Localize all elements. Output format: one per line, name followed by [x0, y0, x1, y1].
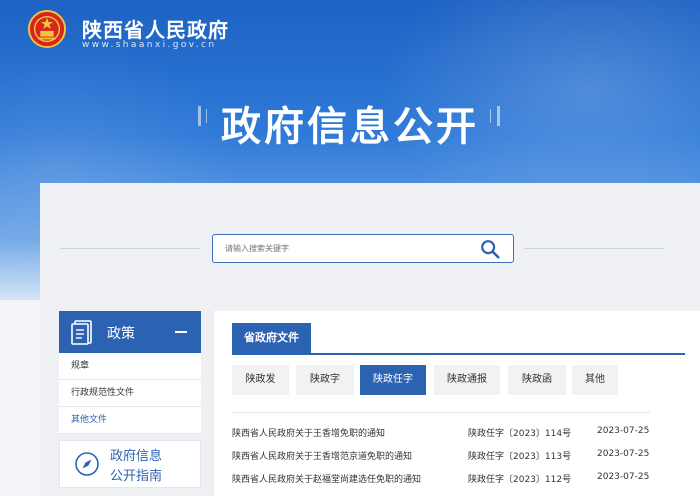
search-area: [40, 183, 700, 283]
disclosure-guide-link[interactable]: 政府信息 公开指南: [59, 440, 201, 488]
search-input[interactable]: [225, 241, 465, 256]
compass-icon: [75, 452, 99, 476]
category-tab-shaanzhenghan[interactable]: 陕政函: [508, 365, 566, 395]
category-tab-other[interactable]: 其他: [572, 365, 618, 395]
category-tab-shaanzhengzi[interactable]: 陕政字: [296, 365, 354, 395]
site-domain: www.shaanxi.gov.cn: [82, 40, 217, 50]
document-number: 陕政任字〔2023〕113号: [468, 452, 572, 462]
document-number: 陕政任字〔2023〕114号: [468, 429, 572, 439]
category-tab-shaanzhengrenzi[interactable]: 陕政任字: [360, 365, 426, 395]
tab-provincial-documents[interactable]: 省政府文件: [232, 323, 311, 353]
sidebar-item-normative-documents[interactable]: 行政规范性文件: [59, 380, 201, 407]
sidebar-heading-label: 政策: [107, 326, 135, 342]
search-icon[interactable]: [479, 238, 501, 260]
guide-label-line2: 公开指南: [110, 469, 163, 484]
list-divider: [232, 412, 650, 413]
category-tab-shaanzhengtongbao[interactable]: 陕政通报: [434, 365, 500, 395]
document-date: 2023-07-25: [597, 472, 650, 482]
document-list-panel: 省政府文件 陕政发 陕政字 陕政任字 陕政通报 陕政函 其他 陕西省人民政府关于…: [214, 311, 700, 496]
table-row: 陕西省人民政府关于王香增免职的通知 陕政任字〔2023〕114号 2023-07…: [232, 426, 672, 446]
content-panel: 政策 规章 行政规范性文件 其他文件 政府信息 公开指南 省政府文件 陕政发 陕…: [40, 183, 700, 496]
national-emblem-icon[interactable]: [28, 10, 66, 48]
title-decoration: [497, 106, 500, 126]
page-title: 政府信息公开: [221, 104, 479, 150]
document-icon: [71, 320, 92, 345]
sidebar: 政策 规章 行政规范性文件 其他文件 政府信息 公开指南: [59, 311, 201, 488]
document-title-link[interactable]: 陕西省人民政府关于王香增范京道免职的通知: [232, 449, 412, 462]
divider-line: [524, 248, 664, 249]
document-date: 2023-07-25: [597, 426, 650, 436]
collapse-icon[interactable]: [175, 331, 187, 333]
table-row: 陕西省人民政府关于赵福堂尚建选任免职的通知 陕政任字〔2023〕112号 202…: [232, 472, 672, 492]
sidebar-heading[interactable]: 政策: [59, 311, 201, 353]
site-name[interactable]: 陕西省人民政府: [82, 14, 229, 43]
category-tab-shaanzhengfa[interactable]: 陕政发: [232, 365, 289, 395]
divider-line: [60, 248, 200, 249]
title-decoration: [490, 109, 491, 123]
table-row: 陕西省人民政府关于王香增范京道免职的通知 陕政任字〔2023〕113号 2023…: [232, 449, 672, 469]
guide-label-line1: 政府信息: [110, 449, 163, 464]
tab-underline: [232, 353, 685, 355]
document-number: 陕政任字〔2023〕112号: [468, 475, 572, 485]
sidebar-item-regulations[interactable]: 规章: [59, 353, 201, 380]
document-title-link[interactable]: 陕西省人民政府关于赵福堂尚建选任免职的通知: [232, 472, 421, 485]
document-date: 2023-07-25: [597, 449, 650, 459]
document-title-link[interactable]: 陕西省人民政府关于王香增免职的通知: [232, 426, 385, 439]
sidebar-item-other-documents[interactable]: 其他文件: [59, 407, 201, 434]
search-box: [212, 234, 514, 263]
